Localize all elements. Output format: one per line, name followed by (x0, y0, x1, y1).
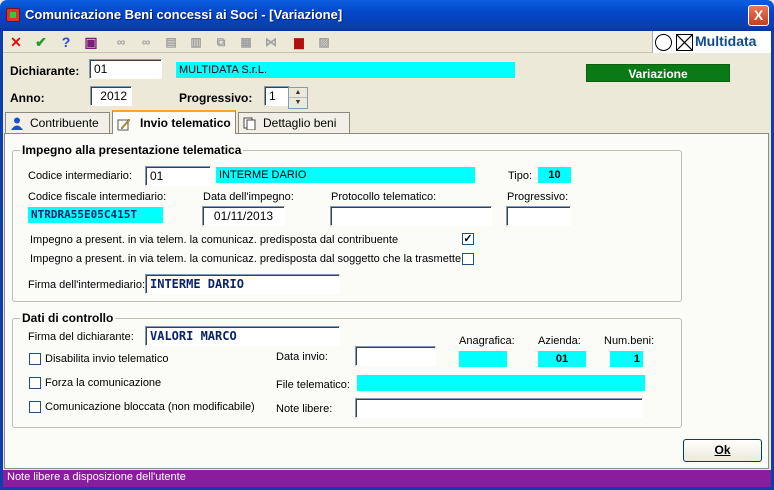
dichiarante-code-field[interactable]: 01 (89, 59, 162, 79)
bloccata-label: Comunicazione bloccata (non modificabile… (45, 401, 255, 413)
codice-fiscale-field: NTRDRA55E05C415T (28, 207, 163, 223)
data-invio-label: Data invio: (276, 351, 328, 363)
tab-dettaglio-label: Dettaglio beni (263, 116, 337, 130)
window-frame-left (0, 31, 3, 490)
stepper-down-icon[interactable]: ▼ (289, 98, 307, 108)
close-icon[interactable]: ✕ (7, 33, 25, 51)
firma-intermediario-field[interactable]: INTERME DARIO (145, 274, 340, 294)
brand-cross-icon (676, 34, 693, 51)
paste-icon[interactable]: ▥ (187, 33, 205, 51)
progressivo-tel-label: Progressivo: (507, 191, 569, 203)
brand-circle-icon (655, 34, 672, 51)
progressivo-tel-field[interactable] (506, 206, 571, 226)
binoculars-icon[interactable]: ∞ (112, 33, 130, 51)
help-icon[interactable]: ? (57, 33, 75, 51)
data-impegno-field[interactable]: 01/11/2013 (202, 206, 285, 226)
person-icon (11, 117, 23, 130)
check2-label: Impegno a present. in via telem. la comu… (30, 253, 462, 265)
tab-dettaglio-beni[interactable]: Dettaglio beni (238, 112, 350, 133)
anagrafica-field (459, 351, 507, 367)
tab-contribuente[interactable]: Contribuente (5, 112, 110, 133)
anno-label: Anno: (10, 91, 45, 105)
anno-field[interactable]: 2012 (90, 86, 132, 106)
note-libere-field[interactable] (355, 398, 643, 418)
check-icon[interactable]: ✔ (32, 33, 50, 51)
controllo-title: Dati di controllo (20, 311, 116, 325)
link-icon[interactable]: ⋈ (262, 33, 280, 51)
tab-invio-label: Invio telematico (140, 116, 231, 130)
anagrafica-label: Anagrafica: (459, 335, 515, 347)
duplicate-icon[interactable]: ⧉ (212, 33, 230, 51)
binoculars-next-icon[interactable]: ∞ (137, 33, 155, 51)
note-libere-label: Note libere: (276, 403, 333, 415)
protocollo-field[interactable] (330, 206, 492, 226)
edit-icon (117, 118, 131, 131)
dichiarante-label: Dichiarante: (10, 64, 80, 78)
print-icon[interactable]: ▦ (237, 33, 255, 51)
numbeni-field: 1 (610, 351, 643, 367)
image-icon[interactable]: ▨ (315, 33, 333, 51)
window-title: Comunicazione Beni concessi ai Soci - [V… (25, 7, 343, 22)
azienda-field: 01 (538, 351, 586, 367)
forza-checkbox[interactable] (29, 377, 41, 389)
brand-name: Multidata (695, 33, 757, 49)
check1-checkbox[interactable]: ✓ (462, 233, 474, 245)
progressivo-label: Progressivo: (179, 91, 253, 105)
numbeni-label: Num.beni: (604, 335, 655, 347)
progressivo-stepper[interactable]: ▲ ▼ (288, 87, 308, 109)
status-bar: Note libere a disposizione dell'utente (3, 470, 771, 487)
bloccata-checkbox[interactable] (29, 401, 41, 413)
protocollo-label: Protocollo telematico: (331, 191, 437, 203)
codice-intermediario-label: Codice intermediario: (28, 170, 132, 182)
ok-button[interactable]: Ok (683, 439, 762, 462)
tab-invio-telematico[interactable]: Invio telematico (112, 110, 236, 134)
disabilita-label: Disabilita invio telematico (45, 353, 169, 365)
codice-fiscale-label: Codice fiscale intermediario: (28, 191, 167, 203)
tipo-label: Tipo: (508, 170, 533, 182)
codice-intermediario-field[interactable]: 01 (145, 166, 211, 186)
app-icon (6, 8, 20, 22)
file-telematico-field (357, 375, 645, 391)
intermediario-name-field: INTERME DARIO (216, 167, 475, 183)
forza-label: Forza la comunicazione (45, 377, 162, 389)
book-icon[interactable]: ▣ (82, 33, 100, 51)
impegno-title: Impegno alla presentazione telematica (20, 143, 244, 157)
firma-dichiarante-label: Firma del dichiarante: (28, 331, 134, 343)
check1-label: Impegno a present. in via telem. la comu… (30, 234, 399, 246)
check2-checkbox[interactable] (462, 253, 474, 265)
documents-icon (243, 117, 256, 130)
close-window-button[interactable]: X (748, 5, 769, 26)
azienda-label: Azienda: (538, 335, 581, 347)
data-invio-field[interactable] (355, 346, 436, 366)
firma-intermediario-label: Firma dell'intermediario: (28, 279, 146, 291)
stop-icon[interactable]: ▆ (290, 33, 308, 51)
dichiarante-name-field: MULTIDATA S.r.L. (176, 62, 515, 78)
tipo-field: 10 (538, 167, 571, 183)
tab-contribuente-label: Contribuente (30, 116, 99, 130)
status-badge: Variazione (586, 64, 730, 82)
firma-dichiarante-field[interactable]: VALORI MARCO (145, 326, 340, 346)
stepper-up-icon[interactable]: ▲ (289, 88, 307, 98)
data-impegno-label: Data dell'impegno: (203, 191, 294, 203)
progressivo-field[interactable]: 1 (264, 86, 290, 106)
disabilita-checkbox[interactable] (29, 353, 41, 365)
copy-icon[interactable]: ▤ (162, 33, 180, 51)
file-telematico-label: File telematico: (276, 379, 350, 391)
